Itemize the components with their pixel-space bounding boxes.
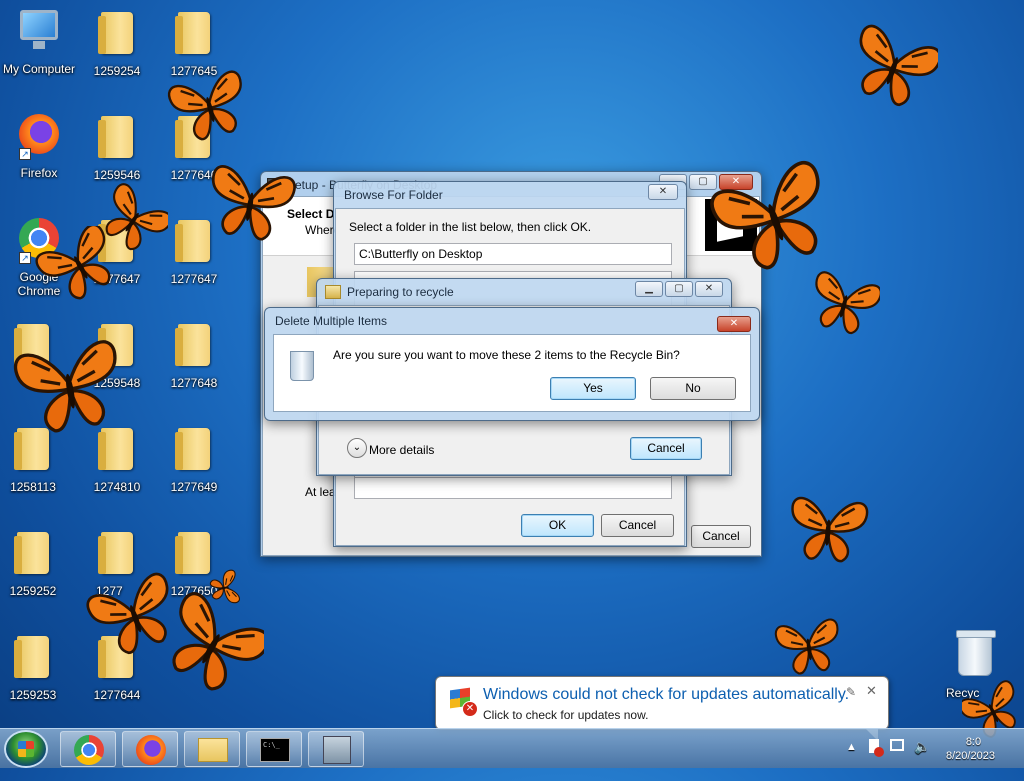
desktop-icon-folder[interactable]: 1277648: [155, 318, 233, 390]
browse-instruction: Select a folder in the list below, then …: [349, 220, 592, 234]
desktop-icon-label: 1259254: [93, 64, 141, 78]
butterfly-icon: [773, 617, 845, 678]
butterfly-icon: [11, 338, 128, 438]
clock-date: 8/20/2023: [946, 750, 995, 762]
recycle-dialog-icon: [325, 285, 341, 299]
taskbar-firefox[interactable]: [122, 731, 178, 767]
butterfly-icon: [787, 496, 870, 565]
folder-icon: [93, 12, 141, 60]
more-details-label[interactable]: More details: [369, 443, 434, 457]
notification-title: Windows could not check for updates auto…: [483, 686, 850, 703]
desktop-icon-label: 1258113: [10, 480, 56, 494]
setup-installer-icon: [323, 736, 351, 764]
command-prompt-icon: C:\_: [260, 738, 290, 762]
show-hidden-icons-button[interactable]: ▲: [846, 741, 857, 781]
window-controls: ✕: [717, 316, 751, 332]
butterfly-icon: [165, 68, 254, 146]
butterfly-icon: [208, 568, 241, 607]
windows-logo-icon: [18, 741, 34, 757]
recycle-bin-icon: [288, 347, 316, 381]
desktop-icon-my-computer[interactable]: My Computer: [0, 6, 78, 76]
folder-icon: [9, 636, 57, 684]
taskbar-chrome[interactable]: [60, 731, 116, 767]
clock[interactable]: 8:0 8/20/2023: [946, 735, 995, 775]
desktop-icon-folder[interactable]: 1259252: [0, 526, 72, 598]
folder-icon: [9, 532, 57, 580]
update-notification-balloon[interactable]: ✕ Windows could not check for updates au…: [435, 676, 889, 741]
close-button[interactable]: ✕: [717, 316, 751, 332]
folder-icon: [170, 324, 218, 372]
butterfly-icon: [848, 22, 938, 115]
delete-dialog-title: Delete Multiple Items: [275, 314, 388, 328]
window-controls: ✕: [648, 184, 678, 200]
folder-path-field[interactable]: C:\Butterfly on Desktop: [354, 243, 672, 265]
desktop-icon-label: 1259252: [9, 584, 57, 598]
close-button[interactable]: ✕: [695, 281, 723, 297]
desktop-icon-folder[interactable]: 1259254: [78, 6, 156, 78]
shortcut-arrow-icon: ↗: [19, 148, 31, 160]
butterfly-icon: [808, 269, 880, 340]
file-explorer-icon: [198, 738, 228, 762]
browse-cancel-button[interactable]: Cancel: [601, 514, 674, 537]
computer-icon: [15, 10, 63, 58]
clock-time: 8:0: [965, 736, 982, 748]
desktop-icon-label: 1277644: [93, 688, 141, 702]
folder-icon: [170, 428, 218, 476]
desktop-icon-label: 1277648: [170, 376, 218, 390]
maximize-button[interactable]: ▢: [665, 281, 693, 297]
notification-body: Click to check for updates now.: [483, 708, 649, 722]
folder-icon: [93, 116, 141, 164]
firefox-icon: [136, 735, 166, 765]
desktop-icon-label: 1259253: [9, 688, 57, 702]
folder-icon: [170, 12, 218, 60]
desktop-icon-folder[interactable]: 1259253: [0, 630, 72, 702]
recycle-cancel-button[interactable]: Cancel: [630, 437, 702, 460]
ok-button[interactable]: OK: [521, 514, 594, 537]
setup-cancel-button[interactable]: Cancel: [691, 525, 751, 548]
windows-update-warning-icon: ✕: [448, 687, 478, 717]
yes-button[interactable]: Yes: [550, 377, 636, 400]
butterfly-icon: [202, 163, 298, 245]
chevron-down-icon[interactable]: ⌄: [347, 438, 367, 458]
close-icon[interactable]: ✕: [866, 683, 877, 699]
browse-dialog-title: Browse For Folder: [344, 188, 443, 202]
taskbar-setup-installer[interactable]: [308, 731, 364, 767]
no-button[interactable]: No: [650, 377, 736, 400]
desktop-icon-folder[interactable]: 1277649: [155, 422, 233, 494]
taskbar: C:\_ ▲ 🔈 8:0 8/20/2023: [0, 728, 1024, 768]
delete-multiple-items-dialog: Delete Multiple Items ✕ Are you sure you…: [264, 307, 760, 421]
delete-confirm-message: Are you sure you want to move these 2 it…: [333, 348, 680, 362]
desktop-icon-label: 1274810: [93, 480, 141, 494]
minimize-button[interactable]: ▁: [635, 281, 663, 297]
desktop-icon-label: My Computer: [2, 62, 76, 76]
folder-name-field[interactable]: [354, 477, 672, 499]
window-controls: ▁ ▢ ✕: [635, 281, 723, 297]
network-icon[interactable]: [890, 739, 908, 757]
close-button[interactable]: ✕: [648, 184, 678, 200]
desktop-icon-firefox[interactable]: ↗ Firefox: [0, 110, 78, 180]
volume-muted-icon[interactable]: 🔈: [914, 739, 932, 757]
options-wrench-icon[interactable]: ✎: [846, 685, 856, 699]
chrome-icon: [74, 735, 104, 765]
action-center-icon[interactable]: [866, 739, 884, 757]
firefox-icon: ↗: [15, 114, 63, 162]
start-button[interactable]: [4, 730, 48, 768]
desktop-icon-label: 1277649: [170, 480, 218, 494]
taskbar-command-prompt[interactable]: C:\_: [246, 731, 302, 767]
butterfly-icon: [32, 226, 127, 306]
taskbar-file-explorer[interactable]: [184, 731, 240, 767]
desktop-icon-label: Firefox: [20, 166, 58, 180]
